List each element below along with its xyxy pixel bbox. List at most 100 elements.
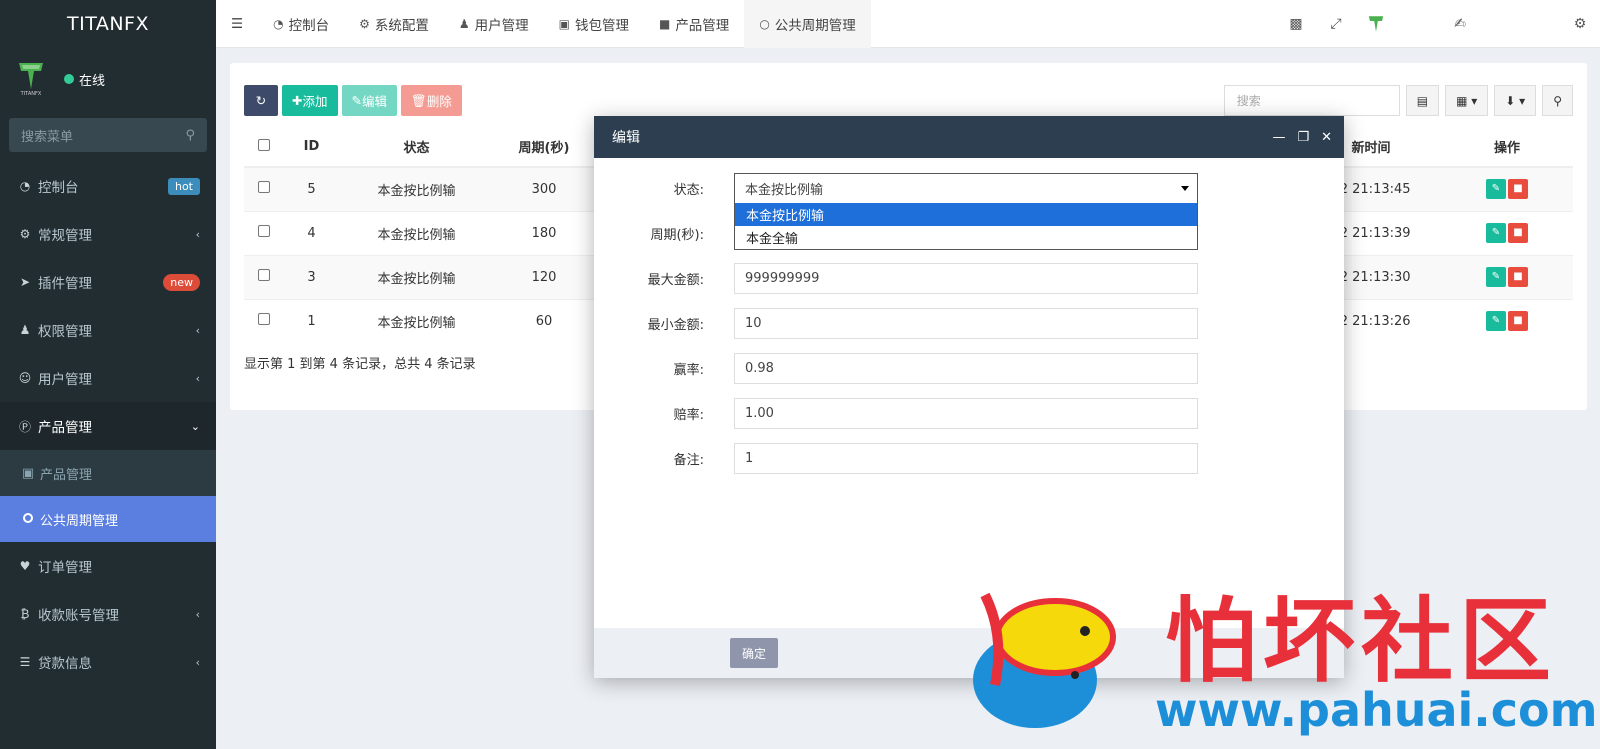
user-avatar-logo[interactable] [1356, 0, 1396, 48]
column-header-period[interactable]: 周期(秒) [494, 127, 594, 168]
new-badge: new [163, 273, 200, 291]
sidebar-item-loans[interactable]: ☰ 贷款信息 ‹ [0, 638, 216, 686]
logo: TITANFX [16, 61, 46, 97]
row-checkbox[interactable] [258, 269, 270, 281]
row-checkbox-cell[interactable] [244, 254, 284, 299]
row-edit-button[interactable]: ✎ [1486, 179, 1506, 200]
menu-search-input[interactable]: 搜索菜单 ⚲ [9, 118, 207, 152]
watermark-title: 怕坏社区 [1165, 587, 1558, 695]
sidebar-item-dashboard[interactable]: ◔ 控制台 hot [0, 162, 216, 210]
table-search-placeholder: 搜索 [1236, 94, 1261, 108]
sidebar-item-label: 用户管理 [38, 372, 92, 388]
sidebar-subitem-public-period[interactable]: 公共周期管理 [0, 496, 216, 542]
refresh-icon: ↻ [255, 93, 267, 108]
win-rate-label: 赢率: [673, 362, 704, 378]
form-row-max: 最大金额: 999999999 [594, 262, 1344, 294]
row-delete-button[interactable]: ■ [1508, 223, 1528, 243]
tab-user-manage[interactable]: ♟ 用户管理 [444, 0, 544, 48]
tab-system-config[interactable]: ⚙ 系统配置 [344, 0, 444, 48]
max-amount-label: 最大金额: [647, 272, 704, 288]
add-button[interactable]: ✚ 添加 [282, 85, 338, 116]
loss-rate-label: 赔率: [673, 407, 704, 423]
sidebar-item-general[interactable]: ⚙ 常规管理 ‹ [0, 210, 216, 258]
modal-header: 编辑 — ❐ ✕ [594, 116, 1344, 158]
close-icon[interactable]: ✕ [1321, 130, 1332, 145]
row-delete-button[interactable]: ■ [1508, 267, 1528, 287]
row-checkbox[interactable] [258, 225, 270, 237]
cogs-icon[interactable]: ⚙ [1560, 0, 1600, 48]
sidebar-item-payment-accounts[interactable]: ₿ 收款账号管理 ‹ [0, 590, 216, 638]
row-checkbox[interactable] [258, 313, 270, 326]
column-header-id[interactable]: ID [284, 127, 339, 168]
column-header-status[interactable]: 状态 [339, 127, 494, 168]
brand-title[interactable]: TITANFX [0, 0, 216, 48]
plus-icon: ✚ [292, 93, 303, 108]
row-edit-button[interactable]: ✎ [1486, 311, 1506, 332]
select-all-checkbox[interactable] [258, 138, 270, 151]
edit-button[interactable]: ✎ 编辑 [341, 85, 397, 116]
row-checkbox-cell[interactable] [244, 298, 284, 343]
tab-public-period[interactable]: ○ 公共周期管理 [744, 0, 871, 48]
list-alt-icon: ▤ [1416, 93, 1429, 108]
dropdown-option[interactable]: 本金全输 [735, 226, 1197, 249]
tab-label: 用户管理 [474, 17, 529, 34]
tab-product-manage[interactable]: ■ 产品管理 [644, 0, 744, 48]
status-select[interactable]: 本金按比例输 [734, 172, 1198, 204]
cell-status: 本金按比例输 [339, 166, 494, 211]
sidebar-item-permissions[interactable]: ♟ 权限管理 ‹ [0, 306, 216, 354]
form-row-note: 备注: 1 [594, 442, 1344, 474]
row-delete-button[interactable]: ■ [1508, 179, 1528, 200]
cell-id: 4 [284, 210, 339, 255]
toggle-view-button[interactable]: ▤ [1405, 85, 1440, 116]
tab-wallet-manage[interactable]: ▣ 钱包管理 [544, 0, 644, 48]
product-p-icon: Ⓟ [18, 419, 31, 434]
restore-icon[interactable]: ❐ [1297, 130, 1309, 145]
minimize-icon[interactable]: — [1272, 130, 1285, 145]
fullscreen-icon[interactable]: ⤢ [1316, 0, 1356, 48]
caret-down-icon [1181, 185, 1189, 191]
topbar-center-tools: ▩ ⤢ [1276, 0, 1396, 48]
sidebar-subitem-product-manage[interactable]: ▣ 产品管理 [0, 450, 216, 496]
cell-period: 60 [494, 298, 594, 343]
sidebar-item-orders[interactable]: ♥ 订单管理 [0, 542, 216, 590]
sidebar-item-users[interactable]: ☺ 用户管理 ‹ [0, 354, 216, 402]
note-input[interactable]: 1 [734, 442, 1198, 474]
max-amount-input[interactable]: 999999999 [734, 262, 1198, 294]
menu-search-placeholder: 搜索菜单 [21, 129, 74, 145]
common-search-button[interactable]: ⚲ [1542, 85, 1573, 116]
table-search-input[interactable]: 搜索 [1223, 85, 1400, 116]
cell-operate: ✎ ■ [1441, 210, 1573, 255]
sidebar-item-label: 控制台 [38, 180, 79, 196]
tab-dashboard[interactable]: ◔ 控制台 [258, 0, 344, 48]
min-amount-input[interactable]: 10 [734, 307, 1198, 339]
row-checkbox[interactable] [258, 181, 270, 194]
confirm-button[interactable]: 确定 [730, 638, 778, 668]
row-edit-button[interactable]: ✎ [1486, 267, 1506, 287]
row-delete-button[interactable]: ■ [1508, 311, 1528, 332]
loss-rate-input[interactable]: 1.00 [734, 397, 1198, 429]
language-icon[interactable]: ✍ [1440, 0, 1480, 48]
columns-button[interactable]: ▦ ▾ [1445, 85, 1489, 116]
cell-operate: ✎ ■ [1441, 254, 1573, 299]
modal-title: 编辑 [612, 130, 640, 146]
delete-button[interactable]: 🗑 删除 [401, 85, 462, 116]
row-edit-button[interactable]: ✎ [1486, 223, 1506, 243]
sidebar-item-products[interactable]: Ⓟ 产品管理 ⌄ [0, 402, 216, 450]
table-toolbar: ↻ ✚ 添加 ✎ 编辑 🗑 删除 [244, 85, 462, 116]
topbar-settings: ⚙ [1560, 0, 1600, 48]
refresh-button[interactable]: ↻ [244, 85, 278, 116]
translate-icon[interactable]: ▩ [1276, 0, 1316, 48]
export-icon: ⬇ ▾ [1505, 93, 1526, 108]
row-checkbox-cell[interactable] [244, 166, 284, 211]
shopping-bag-icon: ▣ [21, 465, 35, 481]
export-button[interactable]: ⬇ ▾ [1494, 85, 1537, 116]
sidebar-item-plugins[interactable]: ➤ 插件管理 new [0, 258, 216, 306]
dropdown-option[interactable]: 本金按比例输 [735, 203, 1197, 226]
row-checkbox-cell[interactable] [244, 210, 284, 255]
chevron-left-icon: ‹ [195, 323, 200, 337]
select-all-header[interactable] [244, 127, 284, 168]
online-label: 在线 [79, 73, 106, 89]
menu-toggle-button[interactable]: ☰ [216, 0, 258, 48]
win-rate-input[interactable]: 0.98 [734, 352, 1198, 384]
sidebar: TITANFX TITANFX 在线 搜索菜单 ⚲ ◔ 控制台 hot ⚙ 常规管理 ‹… [0, 0, 216, 749]
